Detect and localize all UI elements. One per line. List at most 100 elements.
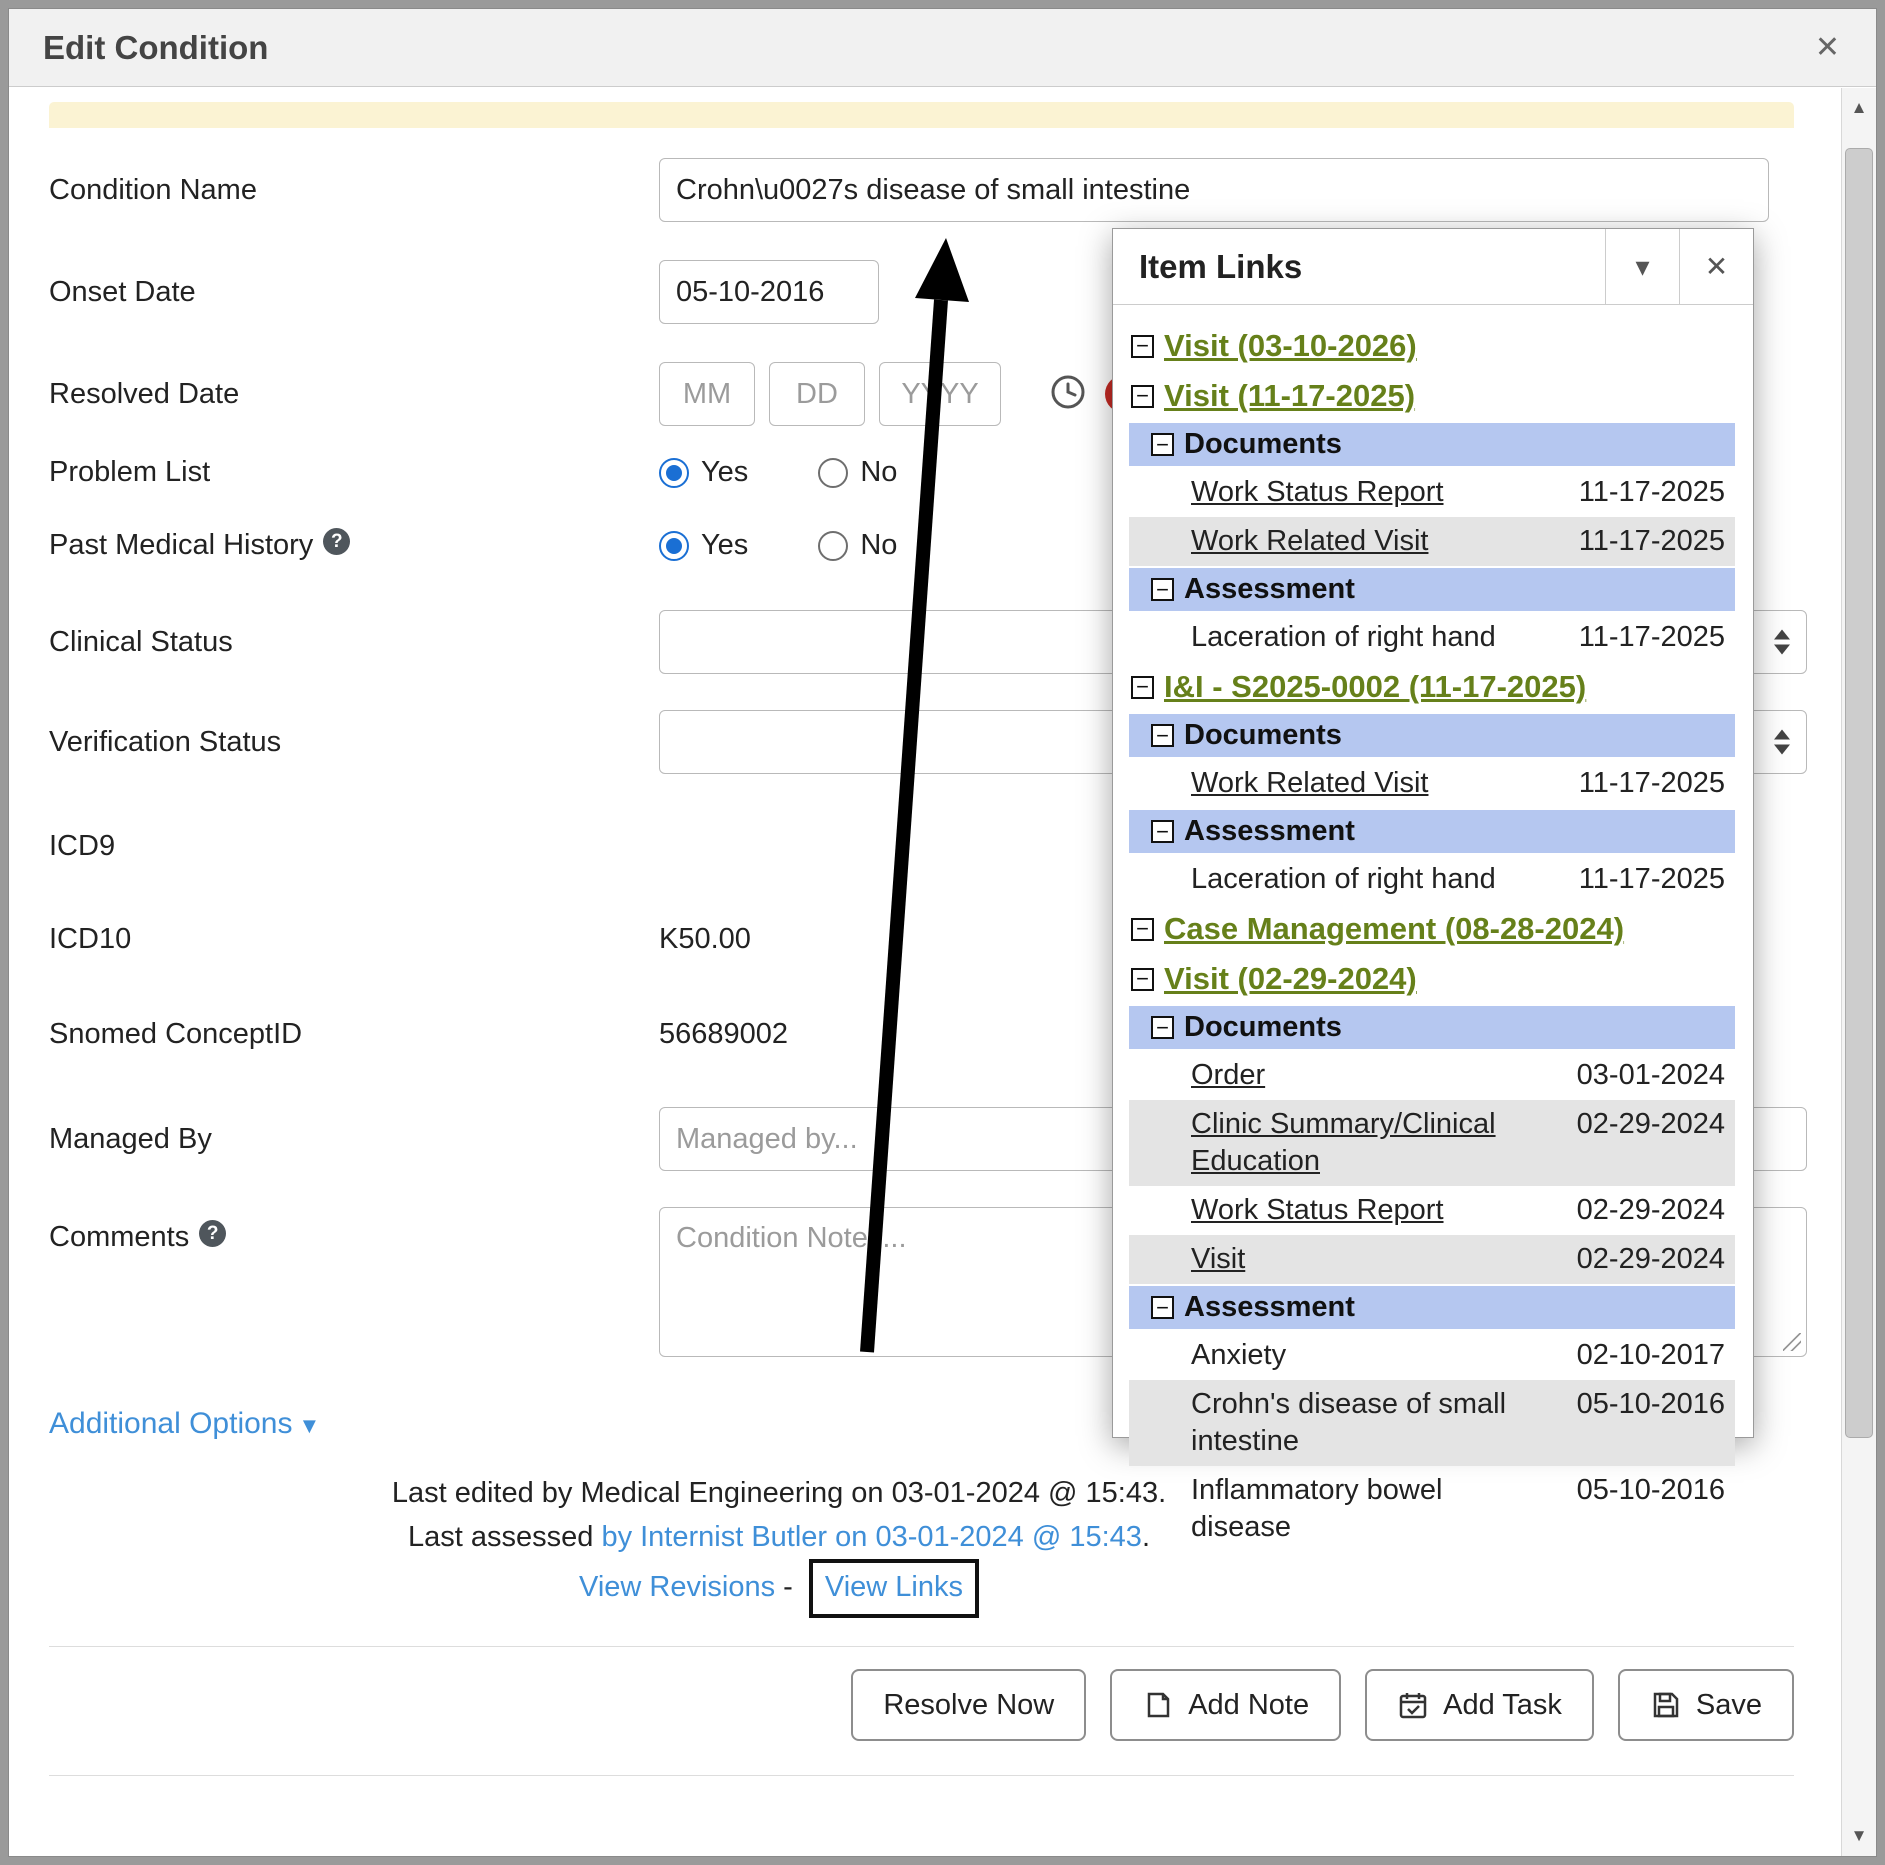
tree-visit-link-label[interactable]: Visit (11-17-2025) bbox=[1164, 378, 1415, 414]
tree-item-label: Laceration of right hand bbox=[1191, 619, 1553, 656]
tree-item-row: Crohn's disease of small intestine 05-10… bbox=[1129, 1380, 1735, 1466]
tree-document-link[interactable]: Order bbox=[1191, 1057, 1553, 1094]
dialog-title: Edit Condition bbox=[43, 29, 268, 67]
select-spinner-icon bbox=[1774, 630, 1790, 655]
add-note-label: Add Note bbox=[1188, 1689, 1309, 1722]
tree-visit-link[interactable]: − Visit (03-10-2026) bbox=[1125, 321, 1739, 371]
problem-list-label: Problem List bbox=[49, 456, 659, 489]
collapse-icon[interactable]: − bbox=[1151, 578, 1174, 601]
tree-visit-link[interactable]: − Case Management (08-28-2024) bbox=[1125, 904, 1739, 954]
tree-section-label: Documents bbox=[1184, 719, 1342, 752]
view-revisions-link[interactable]: View Revisions bbox=[579, 1571, 775, 1603]
clock-icon[interactable] bbox=[1049, 373, 1087, 416]
collapse-icon[interactable]: − bbox=[1151, 1016, 1174, 1039]
tree-section-label: Assessment bbox=[1184, 573, 1355, 606]
resolved-day-input[interactable] bbox=[769, 362, 865, 426]
add-task-button[interactable]: Add Task bbox=[1365, 1669, 1594, 1741]
tree-visit-link-label[interactable]: Visit (03-10-2026) bbox=[1164, 328, 1417, 364]
dialog-close-button[interactable]: ✕ bbox=[1809, 29, 1846, 66]
pmh-yes-label: Yes bbox=[701, 529, 748, 562]
scrollbar-thumb[interactable] bbox=[1845, 148, 1873, 1438]
links-line: View Revisions - View Links bbox=[49, 1559, 1509, 1618]
tree-visit-link[interactable]: − I&I - S2025-0002 (11-17-2025) bbox=[1125, 662, 1739, 712]
tree-item-label: Anxiety bbox=[1191, 1337, 1553, 1374]
view-links-highlight-box: View Links bbox=[809, 1559, 979, 1618]
note-icon bbox=[1142, 1689, 1174, 1721]
collapse-icon[interactable]: − bbox=[1131, 385, 1154, 408]
additional-options-label: Additional Options bbox=[49, 1407, 293, 1440]
last-assessed-link[interactable]: by Internist Butler on 03-01-2024 @ 15:4… bbox=[601, 1521, 1142, 1553]
tree-section-header[interactable]: − Documents bbox=[1129, 1006, 1735, 1049]
scroll-up-icon[interactable]: ▲ bbox=[1842, 90, 1876, 126]
pmh-no-label: No bbox=[860, 529, 897, 562]
tree-visit-link[interactable]: − Visit (11-17-2025) bbox=[1125, 371, 1739, 421]
pmh-yes-radio[interactable] bbox=[659, 531, 689, 561]
tree-item-date: 11-17-2025 bbox=[1553, 523, 1725, 560]
tree-visit-link-label[interactable]: I&I - S2025-0002 (11-17-2025) bbox=[1164, 669, 1586, 705]
tree-document-row: Work Status Report 11-17-2025 bbox=[1129, 468, 1735, 517]
item-links-tree: − Visit (03-10-2026) − Visit (11-17-2025… bbox=[1113, 305, 1753, 1552]
tree-section-label: Documents bbox=[1184, 1011, 1342, 1044]
tree-item-label: Inflammatory bowel disease bbox=[1191, 1472, 1553, 1546]
tree-document-link[interactable]: Work Status Report bbox=[1191, 474, 1553, 511]
past-medical-history-label: Past Medical History ? bbox=[49, 529, 659, 562]
collapse-icon[interactable]: − bbox=[1151, 433, 1174, 456]
collapse-icon[interactable]: − bbox=[1131, 676, 1154, 699]
scroll-down-icon[interactable]: ▼ bbox=[1842, 1818, 1876, 1854]
resolved-month-input[interactable] bbox=[659, 362, 755, 426]
popup-close-button[interactable]: ✕ bbox=[1679, 229, 1753, 304]
collapse-icon[interactable]: − bbox=[1131, 918, 1154, 941]
resolved-year-input[interactable] bbox=[879, 362, 1001, 426]
tree-section-header[interactable]: − Assessment bbox=[1129, 568, 1735, 611]
tree-document-link[interactable]: Work Related Visit bbox=[1191, 765, 1553, 802]
tree-document-link[interactable]: Work Related Visit bbox=[1191, 523, 1553, 560]
calendar-check-icon bbox=[1397, 1689, 1429, 1721]
collapse-icon[interactable]: − bbox=[1151, 820, 1174, 843]
collapse-icon[interactable]: − bbox=[1151, 1296, 1174, 1319]
problem-list-no-radio[interactable] bbox=[818, 458, 848, 488]
tree-section-header[interactable]: − Documents bbox=[1129, 714, 1735, 757]
tree-item-label: Laceration of right hand bbox=[1191, 861, 1553, 898]
tree-section-label: Documents bbox=[1184, 428, 1342, 461]
save-button[interactable]: Save bbox=[1618, 1669, 1794, 1741]
collapse-icon[interactable]: − bbox=[1151, 724, 1174, 747]
screen: Edit Condition ✕ Condition Name Onset Da… bbox=[0, 0, 1885, 1865]
tree-item-row: Laceration of right hand 11-17-2025 bbox=[1129, 855, 1735, 904]
tree-document-link[interactable]: Clinic Summary/Clinical Education bbox=[1191, 1106, 1553, 1180]
tree-document-link[interactable]: Work Status Report bbox=[1191, 1192, 1553, 1229]
collapse-icon[interactable]: − bbox=[1131, 968, 1154, 991]
collapse-icon[interactable]: − bbox=[1131, 335, 1154, 358]
tree-section-header[interactable]: − Assessment bbox=[1129, 1286, 1735, 1329]
tree-visit-link-label[interactable]: Visit (02-29-2024) bbox=[1164, 961, 1417, 997]
tree-document-link[interactable]: Visit bbox=[1191, 1241, 1553, 1278]
verification-status-label: Verification Status bbox=[49, 726, 659, 759]
tree-item-date: 05-10-2016 bbox=[1553, 1472, 1725, 1509]
clinical-status-label: Clinical Status bbox=[49, 626, 659, 659]
tree-item-date: 11-17-2025 bbox=[1553, 474, 1725, 511]
tree-item-label: Crohn's disease of small intestine bbox=[1191, 1386, 1553, 1460]
problem-list-yes-radio[interactable] bbox=[659, 458, 689, 488]
view-links-link[interactable]: View Links bbox=[825, 1571, 963, 1603]
tree-visit-link[interactable]: − Visit (02-29-2024) bbox=[1125, 954, 1739, 1004]
tree-document-row: Work Status Report 02-29-2024 bbox=[1129, 1186, 1735, 1235]
help-icon[interactable]: ? bbox=[199, 1220, 226, 1247]
add-task-label: Add Task bbox=[1443, 1689, 1562, 1722]
resize-handle[interactable] bbox=[1783, 1333, 1801, 1351]
help-icon[interactable]: ? bbox=[323, 528, 350, 555]
resolve-now-button[interactable]: Resolve Now bbox=[851, 1669, 1086, 1741]
tree-visit-link-label[interactable]: Case Management (08-28-2024) bbox=[1164, 911, 1624, 947]
tree-section-header[interactable]: − Assessment bbox=[1129, 810, 1735, 853]
tree-section-header[interactable]: − Documents bbox=[1129, 423, 1735, 466]
vertical-scrollbar[interactable]: ▲ ▼ bbox=[1841, 88, 1876, 1856]
pmh-no-radio[interactable] bbox=[818, 531, 848, 561]
condition-name-input[interactable] bbox=[659, 158, 1769, 222]
onset-date-input[interactable] bbox=[659, 260, 879, 324]
tree-item-row: Laceration of right hand 11-17-2025 bbox=[1129, 613, 1735, 662]
problem-list-yes-label: Yes bbox=[701, 456, 748, 489]
icd10-label: ICD10 bbox=[49, 923, 659, 956]
popup-collapse-button[interactable]: ▾ bbox=[1605, 229, 1679, 304]
add-note-button[interactable]: Add Note bbox=[1110, 1669, 1341, 1741]
past-medical-history-label-text: Past Medical History bbox=[49, 529, 313, 562]
alert-strip bbox=[49, 102, 1794, 128]
divider bbox=[49, 1775, 1794, 1776]
